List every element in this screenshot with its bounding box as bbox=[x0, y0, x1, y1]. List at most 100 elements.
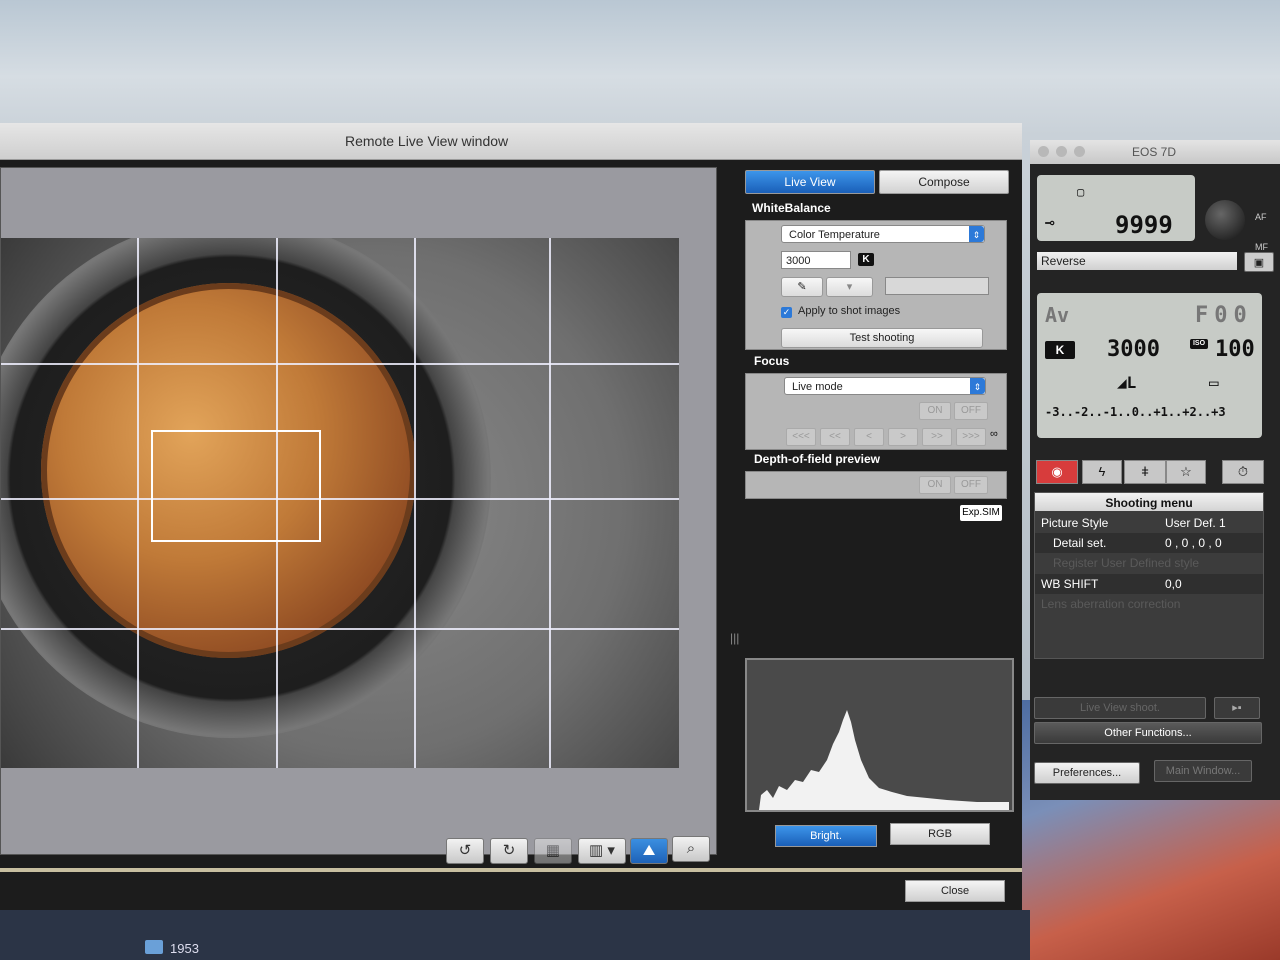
menu-row-picture-style[interactable]: Picture Style User Def. 1 bbox=[1035, 513, 1263, 533]
dropdown-arrow: ▾ bbox=[607, 842, 615, 859]
tab-timer[interactable]: ⏱ bbox=[1222, 460, 1264, 484]
preferences-button[interactable]: Preferences... bbox=[1034, 762, 1140, 784]
live-view-shoot-button[interactable]: Live View shoot. bbox=[1034, 697, 1206, 719]
shooting-menu: Shooting menu Picture Style User Def. 1 … bbox=[1034, 492, 1264, 659]
zoom-window-icon[interactable] bbox=[1074, 146, 1085, 157]
close-button[interactable]: Close bbox=[905, 880, 1005, 902]
movie-button[interactable]: ▸▪ bbox=[1214, 697, 1260, 719]
focus-far-1-button[interactable]: > bbox=[888, 428, 918, 446]
iso-value[interactable]: 100 bbox=[1215, 337, 1255, 362]
dof-label: Depth-of-field preview bbox=[754, 452, 881, 466]
menu-row-label: Detail set. bbox=[1053, 536, 1107, 550]
live-preview-area[interactable] bbox=[0, 167, 717, 855]
minimize-window-icon[interactable] bbox=[1056, 146, 1067, 157]
wb-kelvin-value[interactable]: 3000 bbox=[1107, 337, 1160, 362]
menu-row-label: Lens aberration correction bbox=[1041, 597, 1181, 611]
focus-near-1-button[interactable]: < bbox=[854, 428, 884, 446]
grid-line bbox=[1, 498, 679, 500]
eyedropper-button[interactable]: ✎ bbox=[781, 277, 823, 297]
magnifier-icon: ⌕ bbox=[686, 840, 696, 857]
card-icon: ▢ bbox=[1077, 185, 1085, 199]
main-window-button[interactable]: Main Window... bbox=[1154, 760, 1252, 782]
display-mode-button[interactable]: ⛰ bbox=[630, 838, 668, 864]
focus-mode-value: Live mode bbox=[792, 381, 843, 393]
picture-icon: ⛰ bbox=[642, 842, 656, 859]
camera-icon: ◉ bbox=[1051, 464, 1063, 479]
histogram bbox=[745, 658, 1014, 812]
menu-row-wb-shift[interactable]: WB SHIFT 0,0 bbox=[1035, 574, 1263, 594]
bright-histogram-button[interactable]: Bright. bbox=[775, 825, 877, 847]
wb-kelvin-badge: K bbox=[1045, 341, 1075, 359]
rotate-left-button[interactable]: ↺ bbox=[446, 838, 484, 864]
battery-plug-icon: ⊸ bbox=[1045, 213, 1055, 232]
live-view-image[interactable] bbox=[1, 238, 679, 768]
pc-destination-icon[interactable]: ▭ bbox=[1209, 373, 1219, 392]
tab-compose[interactable]: Compose bbox=[879, 170, 1009, 194]
menu-row-detail-set[interactable]: Detail set. 0 , 0 , 0 , 0 bbox=[1035, 533, 1263, 553]
menu-row-label: Picture Style bbox=[1041, 516, 1109, 530]
focus-on-button[interactable]: ON bbox=[919, 402, 951, 420]
timer-icon: ⏱ bbox=[1237, 464, 1249, 479]
focus-near-2-button[interactable]: << bbox=[820, 428, 850, 446]
kelvin-input[interactable]: 3000 bbox=[781, 251, 851, 269]
other-functions-button[interactable]: Other Functions... bbox=[1034, 722, 1262, 744]
close-window-icon[interactable] bbox=[1038, 146, 1049, 157]
camera-status-lcd: ▢ ⊸ 9999 bbox=[1037, 175, 1195, 241]
tab-my-menu[interactable]: ☆ bbox=[1166, 460, 1206, 484]
menu-row-value: 0 , 0 , 0 , 0 bbox=[1165, 536, 1222, 550]
iso-label: ISO bbox=[1190, 339, 1208, 349]
white-balance-label: WhiteBalance bbox=[752, 201, 831, 215]
focus-far-3-button[interactable]: >>> bbox=[956, 428, 986, 446]
reverse-field[interactable]: Reverse bbox=[1037, 252, 1237, 270]
tab-shooting[interactable]: ◉ bbox=[1036, 460, 1078, 484]
dof-section: ON OFF bbox=[745, 471, 1007, 499]
tab-flash[interactable]: ϟ bbox=[1082, 460, 1122, 484]
aperture-value[interactable]: F00 bbox=[1195, 303, 1253, 328]
infinity-icon: ∞ bbox=[990, 428, 998, 440]
zoom-button[interactable]: ⌕ bbox=[672, 836, 710, 862]
dof-on-button[interactable]: ON bbox=[919, 476, 951, 494]
menu-row-value: User Def. 1 bbox=[1165, 516, 1226, 530]
apply-checkbox[interactable]: ✓ bbox=[781, 307, 792, 318]
tab-tools[interactable]: ǂ bbox=[1124, 460, 1166, 484]
af-mf-switch[interactable] bbox=[1205, 200, 1245, 240]
flash-icon: ϟ bbox=[1098, 464, 1106, 479]
shots-remaining: 9999 bbox=[1115, 211, 1173, 239]
chevron-down-icon: ▾ bbox=[846, 281, 853, 293]
folder-icon[interactable] bbox=[145, 940, 163, 954]
chevron-updown-icon: ⇕ bbox=[969, 226, 984, 242]
aspect-ratio-button[interactable]: ▥ ▾ bbox=[578, 838, 626, 864]
mode-indicator[interactable]: Av bbox=[1045, 303, 1069, 327]
grid-line bbox=[549, 238, 551, 768]
apply-label: Apply to shot images bbox=[798, 305, 901, 317]
rgb-histogram-button[interactable]: RGB bbox=[890, 823, 990, 845]
image-quality-icon[interactable]: ◢L bbox=[1117, 373, 1136, 392]
test-shooting-button[interactable]: Test shooting bbox=[781, 328, 983, 348]
tab-live-view[interactable]: Live View bbox=[745, 170, 875, 194]
menu-row-register-style: Register User Defined style bbox=[1035, 553, 1263, 573]
camera-menu-button[interactable]: ▣ bbox=[1244, 252, 1274, 272]
white-balance-section: Color Temperature ⇕ 3000 K ✎ ▾ ✓ Apply t… bbox=[745, 220, 1007, 350]
wb-mode-value: Color Temperature bbox=[789, 229, 880, 241]
dof-off-button[interactable]: OFF bbox=[954, 476, 988, 494]
wb-preset-field[interactable] bbox=[885, 277, 989, 295]
focus-far-2-button[interactable]: >> bbox=[922, 428, 952, 446]
divider bbox=[0, 868, 1022, 872]
grid-toggle-button[interactable]: ▦ bbox=[534, 838, 572, 864]
focus-near-3-button[interactable]: <<< bbox=[786, 428, 816, 446]
wb-mode-select[interactable]: Color Temperature ⇕ bbox=[781, 225, 985, 243]
wb-preset-dropdown[interactable]: ▾ bbox=[826, 277, 873, 297]
menu-row-lens-aberration: Lens aberration correction bbox=[1035, 594, 1263, 614]
exposure-scale[interactable]: -3..-2..-1..0..+1..+2..+3 bbox=[1045, 405, 1226, 419]
desktop-folder-label[interactable]: 1953 bbox=[170, 941, 199, 956]
camera-settings-lcd: Av F00 K 3000 ISO 100 ◢L ▭ -3..-2..-1..0… bbox=[1037, 293, 1262, 438]
focus-mode-select[interactable]: Live mode ⇕ bbox=[784, 377, 986, 395]
panel-splitter[interactable]: ||| bbox=[730, 631, 739, 645]
eos-title: EOS 7D bbox=[1030, 140, 1280, 164]
menu-row-label: WB SHIFT bbox=[1041, 577, 1099, 591]
rotate-left-icon: ↺ bbox=[458, 842, 472, 859]
histogram-graph bbox=[759, 710, 1009, 810]
rotate-right-button[interactable]: ↻ bbox=[490, 838, 528, 864]
focus-off-button[interactable]: OFF bbox=[954, 402, 988, 420]
focus-frame[interactable] bbox=[151, 430, 321, 542]
